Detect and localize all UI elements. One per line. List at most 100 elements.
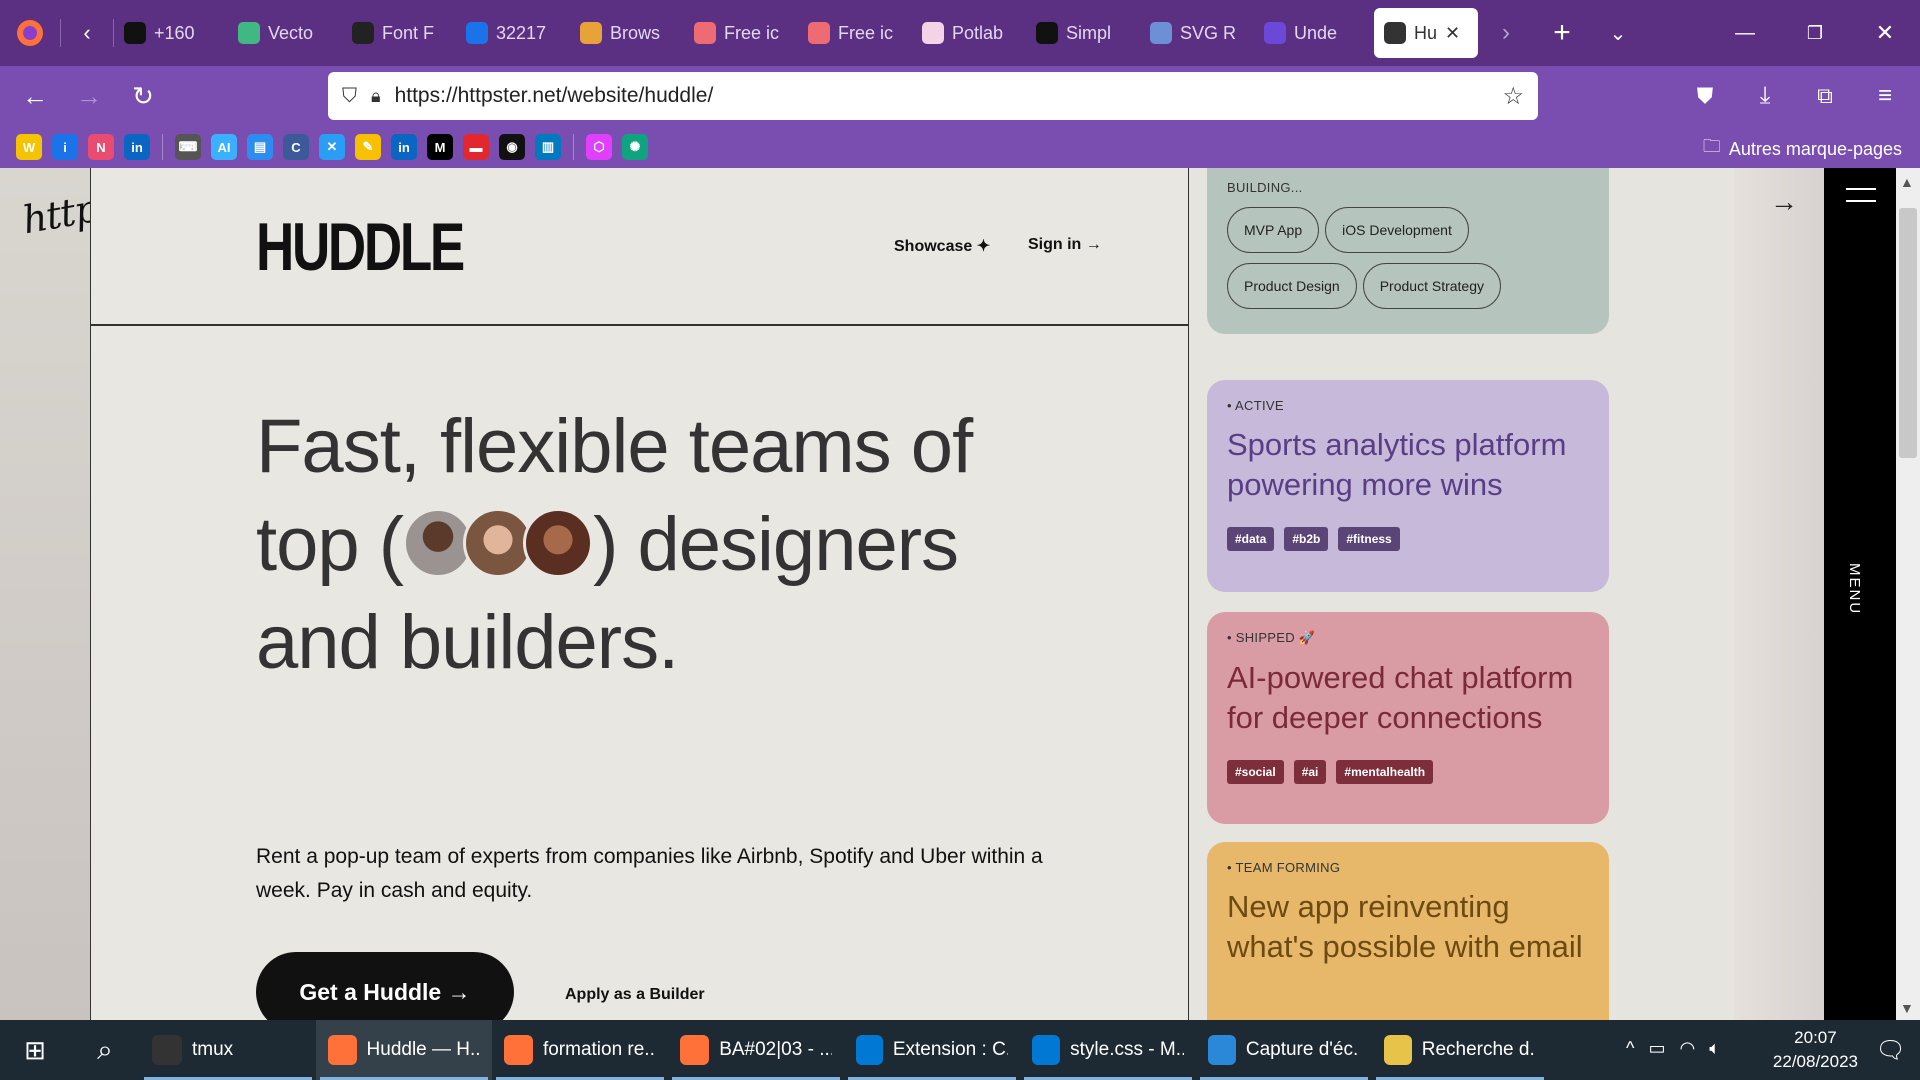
- tag[interactable]: #mentalhealth: [1336, 760, 1434, 784]
- downloads-icon[interactable]: ⤓: [1738, 69, 1792, 123]
- project-card[interactable]: • ACTIVE Sports analytics platform poweri…: [1207, 380, 1609, 592]
- huddle-logo[interactable]: HUDDLE: [256, 213, 465, 281]
- chatgpt-icon[interactable]: ✺: [622, 134, 648, 160]
- taskbar-item[interactable]: tmux: [140, 1020, 316, 1080]
- apply-builder-link[interactable]: Apply as a Builder: [565, 986, 705, 1004]
- volume-icon[interactable]: 🔈︎: [1709, 1038, 1720, 1059]
- slash-icon: [124, 22, 146, 44]
- browser-tab[interactable]: SVG R: [1140, 8, 1254, 58]
- keyboard-icon[interactable]: ⌨: [175, 134, 201, 160]
- url-text[interactable]: https://httpster.net/website/huddle/: [395, 84, 1489, 108]
- menu-label[interactable]: MENU: [1846, 563, 1863, 615]
- browser-tab[interactable]: 32217: [456, 8, 570, 58]
- extensions-icon[interactable]: ⧉: [1798, 69, 1852, 123]
- form-icon[interactable]: ▤: [247, 134, 273, 160]
- skill-pill[interactable]: MVP App: [1227, 207, 1320, 253]
- forward-icon[interactable]: →: [62, 69, 116, 123]
- browser-tab[interactable]: Simpl: [1026, 8, 1140, 58]
- browser-tab[interactable]: Brows: [570, 8, 684, 58]
- arrow-right-icon[interactable]: →: [1770, 186, 1798, 218]
- browser-tab[interactable]: Free ic: [798, 8, 912, 58]
- tab-scroll-right-icon[interactable]: ›: [1478, 15, 1534, 51]
- firefox-icon: [504, 1035, 533, 1065]
- browser-tab[interactable]: Unde: [1254, 8, 1368, 58]
- taskbar-item[interactable]: Huddle — H...: [316, 1020, 492, 1080]
- taskbar-item[interactable]: Capture d'éc...: [1196, 1020, 1372, 1080]
- tab-label: Unde: [1294, 22, 1338, 43]
- info-icon[interactable]: i: [52, 134, 78, 160]
- scrollbar[interactable]: ▲ ▼: [1896, 168, 1920, 1020]
- pencil-icon[interactable]: ✎: [355, 134, 381, 160]
- ai-icon[interactable]: AI: [211, 134, 237, 160]
- linkedin-icon[interactable]: in: [391, 134, 417, 160]
- project-card[interactable]: • SHIPPED 🚀 AI-powered chat platform for …: [1207, 612, 1609, 824]
- trello-icon[interactable]: ▥: [535, 134, 561, 160]
- shield-icon[interactable]: ⛉: [342, 85, 357, 108]
- back-icon[interactable]: ←: [8, 69, 62, 123]
- minimize-icon[interactable]: —: [1710, 15, 1780, 51]
- search-button[interactable]: ⌕: [70, 1020, 140, 1080]
- linkedin-icon[interactable]: in: [124, 134, 150, 160]
- n8n-icon[interactable]: N: [88, 134, 114, 160]
- signin-link[interactable]: Sign in →: [1028, 236, 1102, 254]
- scroll-up-icon[interactable]: ▲: [1900, 174, 1914, 190]
- address-bar[interactable]: ⛉ 🔒︎ https://httpster.net/website/huddle…: [328, 72, 1538, 120]
- bus-icon[interactable]: ▬: [463, 134, 489, 160]
- skill-pill[interactable]: Product Strategy: [1362, 263, 1501, 309]
- browser-tab[interactable]: Potlab: [912, 8, 1026, 58]
- w-icon[interactable]: W: [16, 134, 42, 160]
- other-bookmarks[interactable]: 🗀 Autres marque-pages: [1703, 134, 1902, 164]
- card-title: New app reinventing what's possible with…: [1227, 889, 1583, 964]
- browser-tab[interactable]: Font F: [342, 8, 456, 58]
- battery-icon[interactable]: ▭: [1648, 1038, 1665, 1059]
- browser-tab[interactable]: Free ic: [684, 8, 798, 58]
- wifi-icon[interactable]: ◠: [1679, 1038, 1695, 1059]
- taskbar-item-label: tmux: [192, 1039, 234, 1060]
- taskbar-item[interactable]: Recherche d...: [1372, 1020, 1548, 1080]
- taskbar-item[interactable]: BA#02|03 - ...: [668, 1020, 844, 1080]
- github-icon[interactable]: ◉: [499, 134, 525, 160]
- pocket-icon[interactable]: ⛊: [1678, 69, 1732, 123]
- scroll-down-icon[interactable]: ▼: [1900, 1000, 1914, 1016]
- tag[interactable]: #b2b: [1284, 527, 1329, 551]
- taskbar-item[interactable]: Extension : C...: [844, 1020, 1020, 1080]
- building-card[interactable]: BUILDING... MVP App iOS Development Produc…: [1207, 168, 1609, 334]
- close-window-icon[interactable]: ✕: [1850, 15, 1920, 51]
- tag[interactable]: #social: [1227, 760, 1284, 784]
- taskbar-item[interactable]: style.css - M...: [1020, 1020, 1196, 1080]
- navigation-bar: ← → ↻ ⛉ 🔒︎ https://httpster.net/website/…: [0, 66, 1920, 126]
- skill-pill[interactable]: iOS Development: [1325, 207, 1469, 253]
- browser-tab[interactable]: Vecto: [228, 8, 342, 58]
- x-icon[interactable]: ✕: [319, 134, 345, 160]
- start-button[interactable]: ⊞: [0, 1020, 70, 1080]
- repo-icon: [1150, 22, 1172, 44]
- notifications-icon[interactable]: 🗨︎: [1876, 1036, 1906, 1065]
- tag[interactable]: #ai: [1293, 760, 1327, 784]
- get-huddle-button[interactable]: Get a Huddle →: [256, 952, 514, 1020]
- clock[interactable]: 20:07 22/08/2023: [1773, 1026, 1858, 1074]
- scrollbar-thumb[interactable]: [1899, 208, 1917, 458]
- showcase-link[interactable]: Showcase ✦: [894, 236, 990, 256]
- taskbar-item[interactable]: formation re...: [492, 1020, 668, 1080]
- project-card[interactable]: • TEAM FORMING New app reinventing what's…: [1207, 842, 1609, 1020]
- skill-pill[interactable]: Product Design: [1227, 263, 1357, 309]
- tab-scroll-left-icon[interactable]: ‹: [61, 15, 113, 51]
- bookmark-star-icon[interactable]: ☆: [1502, 82, 1524, 111]
- hamburger-icon[interactable]: [1846, 188, 1876, 202]
- hex-icon[interactable]: ⬡: [586, 134, 612, 160]
- tag[interactable]: #fitness: [1338, 527, 1400, 551]
- browser-tab[interactable]: Hu ✕: [1374, 8, 1478, 58]
- c-icon[interactable]: C: [283, 134, 309, 160]
- browser-tab[interactable]: +160: [114, 8, 228, 58]
- close-tab-icon[interactable]: ✕: [1445, 23, 1460, 44]
- reload-icon[interactable]: ↻: [116, 69, 170, 123]
- new-tab-icon[interactable]: +: [1534, 15, 1590, 51]
- tag[interactable]: #data: [1227, 527, 1275, 551]
- restore-icon[interactable]: ❐: [1780, 15, 1850, 51]
- tray-chevron-icon[interactable]: ^: [1626, 1038, 1634, 1059]
- hamburger-menu-icon[interactable]: ≡: [1858, 69, 1912, 123]
- lock-icon[interactable]: 🔒︎: [371, 86, 381, 107]
- tab-list-chevron-icon[interactable]: ⌄: [1590, 15, 1646, 51]
- m-icon[interactable]: M: [427, 134, 453, 160]
- firefox-menu-icon[interactable]: [0, 15, 60, 51]
